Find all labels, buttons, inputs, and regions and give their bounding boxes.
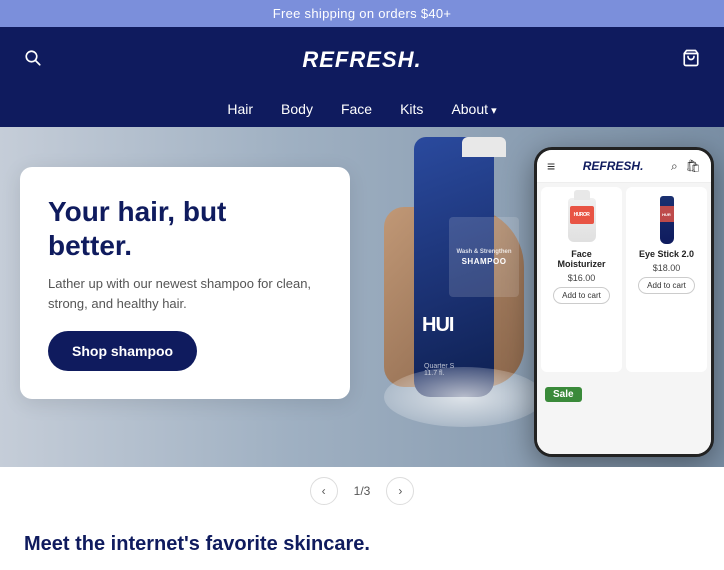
phone-bottom-row: Sale bbox=[537, 376, 711, 454]
nav-item-about[interactable]: About bbox=[451, 101, 496, 117]
moisturizer-thumb: HUROR bbox=[568, 198, 596, 242]
search-icon[interactable] bbox=[24, 49, 42, 72]
shampoo-bottle: Wash & Strengthen SHAMPOO HUI Quarter S … bbox=[414, 137, 494, 397]
header: REFRESH. bbox=[0, 27, 724, 93]
sale-badge: Sale bbox=[545, 384, 582, 402]
slider-next-button[interactable]: › bbox=[386, 477, 414, 505]
shop-shampoo-button[interactable]: Shop shampoo bbox=[48, 331, 197, 371]
bottom-section: Meet the internet's favorite skincare. bbox=[0, 515, 724, 570]
main-nav: Hair Body Face Kits About bbox=[0, 93, 724, 127]
phone-screen: ≡ REFRESH. ⌕ 🛍 HUROR Face Moisturizer $ bbox=[537, 150, 711, 454]
slider-indicator: 1/3 bbox=[354, 484, 371, 498]
hero-subtext: Lather up with our newest shampoo for cl… bbox=[48, 274, 318, 313]
hero-card: Your hair, but better. Lather up with ou… bbox=[20, 167, 350, 399]
bottom-heading: Meet the internet's favorite skincare. bbox=[24, 533, 700, 556]
bottle-cap bbox=[462, 137, 506, 157]
hero-headline: Your hair, but better. bbox=[48, 195, 318, 262]
phone-search-icon: ⌕ bbox=[671, 159, 678, 174]
phone-product-card-1: HUROR Face Moisturizer $16.00 Add to car… bbox=[541, 187, 622, 372]
phone-cart-icon: 🛍 bbox=[686, 159, 701, 174]
slider-controls: ‹ 1/3 › bbox=[0, 467, 724, 515]
phone-product-name-2: Eye Stick 2.0 bbox=[639, 249, 694, 259]
phone-product-img-1: HUROR bbox=[562, 195, 602, 245]
phone-product-price-2: $18.00 bbox=[653, 263, 681, 273]
phone-add-to-cart-1[interactable]: Add to cart bbox=[553, 287, 610, 304]
bottle-type-text: SHAMPOO bbox=[462, 257, 507, 266]
bottle-label: Wash & Strengthen SHAMPOO bbox=[449, 217, 519, 297]
nav-item-kits[interactable]: Kits bbox=[400, 101, 423, 117]
nav-item-body[interactable]: Body bbox=[281, 101, 313, 117]
bottle-wash-text: Wash & Strengthen bbox=[456, 249, 511, 255]
nav-item-hair[interactable]: Hair bbox=[227, 101, 253, 117]
phone-mockup: ≡ REFRESH. ⌕ 🛍 HUROR Face Moisturizer $ bbox=[534, 147, 714, 457]
eyestick-thumb: HUR bbox=[660, 196, 674, 244]
phone-product-price-1: $16.00 bbox=[568, 273, 596, 283]
announcement-bar: Free shipping on orders $40+ bbox=[0, 0, 724, 27]
cart-icon[interactable] bbox=[682, 49, 700, 72]
bottle-brand-text: HUI bbox=[422, 314, 453, 337]
foam-effect bbox=[384, 367, 544, 427]
phone-logo: REFRESH. bbox=[583, 159, 644, 173]
phone-product-name-1: Face Moisturizer bbox=[549, 249, 614, 269]
nav-item-face[interactable]: Face bbox=[341, 101, 372, 117]
phone-menu-icon: ≡ bbox=[547, 158, 555, 174]
phone-product-grid: HUROR Face Moisturizer $16.00 Add to car… bbox=[537, 183, 711, 376]
slider-prev-button[interactable]: ‹ bbox=[310, 477, 338, 505]
announcement-text: Free shipping on orders $40+ bbox=[273, 6, 452, 21]
hero-section: Wash & Strengthen SHAMPOO HUI Quarter S … bbox=[0, 127, 724, 467]
phone-header-icons: ⌕ 🛍 bbox=[671, 159, 701, 174]
phone-header: ≡ REFRESH. ⌕ 🛍 bbox=[537, 150, 711, 183]
phone-product-img-2: HUR bbox=[647, 195, 687, 245]
phone-product-card-2: HUR Eye Stick 2.0 $18.00 Add to cart bbox=[626, 187, 707, 372]
phone-sale-card: Sale bbox=[541, 380, 621, 450]
phone-product-card-3 bbox=[625, 380, 705, 450]
site-logo[interactable]: REFRESH. bbox=[302, 47, 421, 73]
phone-add-to-cart-2[interactable]: Add to cart bbox=[638, 277, 695, 294]
